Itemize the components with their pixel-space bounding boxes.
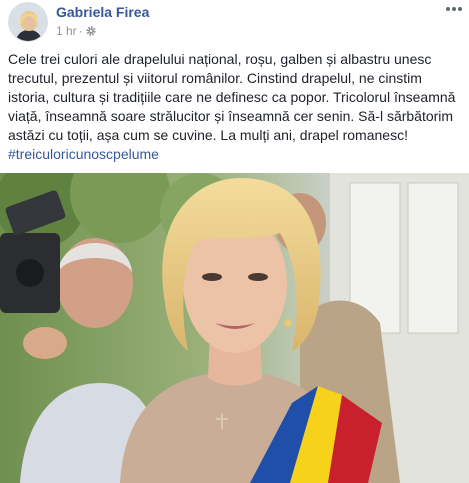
hashtag-link[interactable]: #treiculoricunoscpelume bbox=[8, 146, 159, 162]
meta-separator: · bbox=[78, 24, 83, 38]
post-meta: 1 hr · bbox=[56, 24, 97, 38]
author-name[interactable]: Gabriela Firea bbox=[56, 4, 149, 20]
avatar[interactable] bbox=[8, 2, 48, 42]
photo-illustration bbox=[0, 173, 469, 483]
post-photo[interactable] bbox=[0, 173, 469, 483]
post-text: Cele trei culori ale drapelului național… bbox=[8, 50, 463, 164]
timestamp[interactable]: 1 hr bbox=[56, 24, 77, 38]
ellipsis-icon[interactable] bbox=[443, 2, 465, 16]
gear-icon[interactable] bbox=[85, 24, 97, 38]
facebook-post: Gabriela Firea 1 hr · Cele trei culori al… bbox=[0, 0, 469, 483]
post-body: Cele trei culori ale drapelului național… bbox=[8, 51, 456, 143]
post-header: Gabriela Firea 1 hr · bbox=[8, 2, 462, 42]
